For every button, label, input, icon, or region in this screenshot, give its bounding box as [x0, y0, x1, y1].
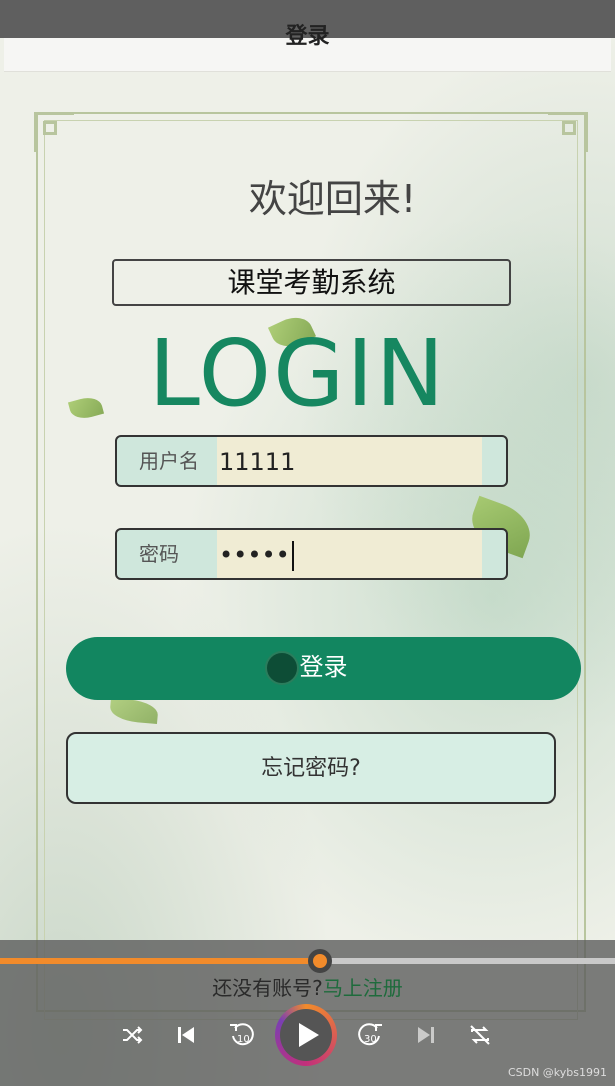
password-field[interactable]: 密码 ••••• [115, 528, 508, 580]
progress-knob[interactable] [307, 949, 332, 973]
welcome-heading: 欢迎回来! [248, 177, 417, 221]
forward-label: 30 [364, 1034, 377, 1045]
progress-fill [0, 958, 320, 964]
password-input[interactable]: ••••• [217, 530, 482, 578]
next-icon[interactable] [408, 1017, 444, 1053]
password-value: ••••• [219, 541, 290, 569]
watermark: CSDN @kybs1991 [507, 1066, 607, 1079]
forward-30-icon[interactable]: 30 [352, 1017, 388, 1053]
forgot-password-button[interactable]: 忘记密码? [66, 732, 556, 804]
player-controls: 10 30 [0, 1004, 615, 1066]
text-caret [291, 541, 294, 571]
rewind-label: 10 [237, 1034, 250, 1045]
previous-icon[interactable] [168, 1017, 204, 1053]
system-name-box: 课堂考勤系统 [112, 259, 511, 306]
rewind-10-icon[interactable]: 10 [224, 1017, 260, 1053]
username-input[interactable]: 11111 [217, 437, 482, 485]
username-field[interactable]: 用户名 11111 [115, 435, 508, 487]
shuffle-icon[interactable] [114, 1017, 150, 1053]
frame-corner-ornament [34, 112, 74, 152]
repeat-off-icon[interactable] [462, 1017, 498, 1053]
password-label: 密码 [139, 542, 179, 566]
touch-indicator [265, 651, 299, 685]
register-link[interactable]: 马上注册 [323, 976, 403, 1000]
page-title: 登录 [285, 24, 330, 49]
frame-corner-ornament [548, 112, 588, 152]
play-icon [299, 1023, 319, 1047]
play-button[interactable] [275, 1004, 337, 1066]
username-label: 用户名 [139, 449, 199, 473]
login-logo-text: LOGIN [148, 320, 447, 427]
register-prompt: 还没有账号? [212, 976, 323, 1000]
login-button[interactable]: 登录 [66, 637, 581, 700]
register-prompt-line: 还没有账号?马上注册 [0, 972, 615, 1001]
